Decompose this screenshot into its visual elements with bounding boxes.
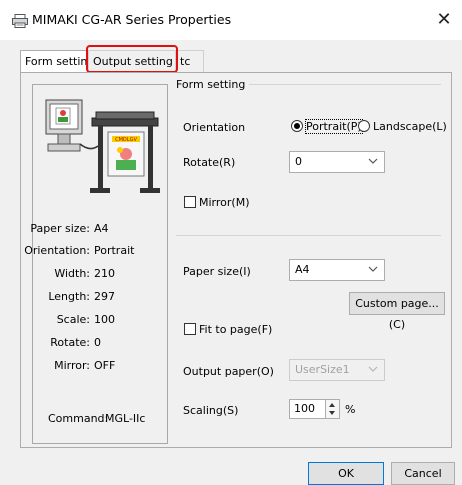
info-paper-size-value: A4: [94, 222, 109, 235]
info-mirror-value: OFF: [94, 359, 116, 372]
info-orientation-label: Orientation:: [24, 244, 90, 257]
portrait-radio[interactable]: [291, 120, 303, 132]
fit-to-page-checkbox[interactable]: [184, 323, 196, 335]
plotter-illustration: CMDLGV: [45, 99, 160, 193]
info-width-value: 210: [94, 267, 115, 280]
scaling-input[interactable]: 100: [289, 399, 326, 419]
tab-form-setting[interactable]: Form setting: [20, 50, 88, 73]
scaling-label: Scaling(S): [183, 404, 239, 417]
info-mirror-label: Mirror:: [54, 359, 90, 372]
paper-size-select[interactable]: A4: [289, 259, 385, 281]
chevron-down-icon: [368, 266, 378, 272]
paper-size-label: Paper size(I): [183, 265, 251, 278]
rotate-select[interactable]: 0: [289, 151, 385, 173]
mirror-checkbox[interactable]: [184, 196, 196, 208]
tab-etc[interactable]: tc: [176, 50, 204, 72]
rotate-label: Rotate(R): [183, 156, 236, 169]
info-command-label: Command:: [48, 412, 109, 425]
group-separator: [176, 235, 441, 236]
info-length-value: 297: [94, 290, 115, 303]
info-rotate-label: Rotate:: [50, 336, 90, 349]
info-command-value: MGL-IIc: [105, 412, 146, 425]
window-title: MIMAKI CG-AR Series Properties: [32, 12, 232, 27]
scaling-unit: %: [345, 403, 356, 416]
spin-up-down-icon: [329, 403, 335, 415]
info-width-label: Width:: [54, 267, 90, 280]
rotate-select-value: 0: [295, 155, 302, 168]
info-scale-value: 100: [94, 313, 115, 326]
info-scale-label: Scale:: [56, 313, 90, 326]
info-paper-size-label: Paper size:: [30, 222, 90, 235]
title-bar: MIMAKI CG-AR Series Properties ✕: [0, 0, 462, 40]
mirror-label[interactable]: Mirror(M): [199, 196, 249, 209]
highlight-box: [86, 45, 178, 73]
orientation-label: Orientation: [183, 121, 246, 134]
landscape-radio[interactable]: [358, 120, 370, 132]
paper-size-select-value: A4: [295, 263, 310, 276]
svg-text:CMDLGV: CMDLGV: [115, 137, 137, 143]
cancel-button[interactable]: Cancel: [391, 462, 455, 485]
custom-page-button[interactable]: Custom page...(C): [349, 292, 445, 331]
info-rotate-value: 0: [94, 336, 101, 349]
output-paper-label: Output paper(O): [183, 365, 274, 378]
ok-button[interactable]: OK: [308, 462, 384, 485]
chevron-down-icon: [368, 158, 378, 164]
info-orientation-value: Portrait: [94, 244, 135, 257]
chevron-down-icon: [368, 366, 378, 372]
info-length-label: Length:: [48, 290, 90, 303]
output-paper-select: UserSize1: [289, 359, 385, 381]
fit-to-page-label[interactable]: Fit to page(F): [199, 323, 272, 336]
close-icon[interactable]: ✕: [432, 8, 456, 32]
landscape-label[interactable]: Landscape(L): [373, 120, 447, 133]
spin-arrows-icon[interactable]: [326, 399, 340, 419]
printer-icon: [12, 14, 28, 28]
form-setting-group-title: Form setting: [176, 78, 250, 91]
output-paper-select-value: UserSize1: [295, 363, 350, 376]
portrait-label[interactable]: Portrait(P): [305, 119, 363, 134]
